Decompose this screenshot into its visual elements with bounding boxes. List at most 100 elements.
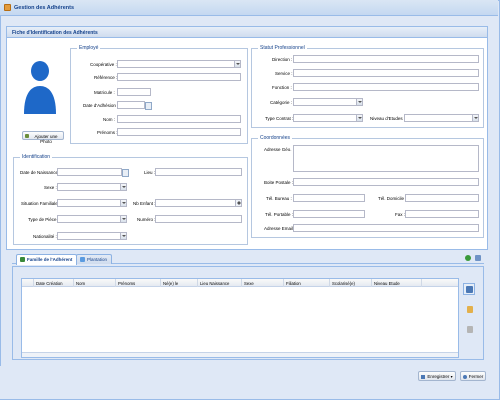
grid-col-filiation[interactable]: Filiation	[284, 279, 330, 287]
label-lieu: Lieu :	[144, 170, 156, 175]
delete-row-icon	[467, 326, 473, 333]
label-categorie: Catégorie :	[270, 100, 293, 105]
save-button[interactable]: Enregistrer ▾	[418, 371, 456, 381]
form-panel-header: Fiche d'Identification des Adhérents	[6, 26, 488, 38]
user-avatar-icon	[24, 61, 56, 114]
calendar-icon[interactable]	[122, 169, 129, 177]
grid-col-nom[interactable]: Nom	[74, 279, 116, 287]
categorie-combo[interactable]	[293, 98, 363, 106]
label-sexe: Sexe :	[44, 185, 57, 190]
nb-enfant-spinner[interactable]	[155, 199, 242, 207]
reference-input[interactable]	[117, 73, 241, 81]
add-photo-button[interactable]: Ajouter une Photo	[22, 131, 64, 144]
label-tel-domicile: Tél. Domicile :	[378, 196, 407, 201]
fonction-input[interactable]	[293, 83, 479, 91]
label-prenoms: Prénoms :	[97, 130, 118, 135]
chevron-down-icon[interactable]	[120, 200, 126, 206]
adresse-email-input[interactable]	[293, 224, 479, 232]
detail-tabbar: Famille de l'Adhérent Plantation	[12, 253, 484, 265]
close-icon	[463, 374, 467, 379]
numero-input[interactable]	[155, 215, 242, 223]
label-nom: Nom :	[103, 117, 116, 122]
matricule-input[interactable]	[117, 88, 151, 96]
grid-col-sexe[interactable]: Sexe	[242, 279, 284, 287]
grid-col-scolarise[interactable]: Scolarisé(e)	[330, 279, 372, 287]
grid-col-ne-le[interactable]: Né(e) le	[161, 279, 198, 287]
fieldset-coordonnees-legend: Coordonnées	[258, 135, 293, 141]
grid-add-button[interactable]	[463, 283, 475, 295]
tel-bureau-input[interactable]	[293, 194, 365, 202]
close-button-label: Fermer	[468, 374, 484, 379]
label-date-adhesion: Date d'Adhésion :	[83, 103, 119, 108]
edit-row-icon	[467, 306, 473, 313]
cooperative-combo[interactable]	[117, 60, 241, 68]
label-numero: Numéro :	[137, 217, 156, 222]
grid-col-prenoms[interactable]: Prénoms	[116, 279, 161, 287]
niveau-etudes-combo[interactable]	[404, 114, 479, 122]
sexe-combo[interactable]	[57, 183, 127, 191]
grid-header: Date Création Nom Prénoms Né(e) le Lieu …	[22, 279, 458, 287]
boite-postale-input[interactable]	[293, 178, 479, 186]
chevron-down-icon[interactable]	[120, 233, 126, 239]
grid-horizontal-scrollbar[interactable]	[22, 352, 458, 357]
famille-grid: Date Création Nom Prénoms Né(e) le Lieu …	[21, 278, 459, 358]
tab-famille[interactable]: Famille de l'Adhérent	[16, 254, 78, 265]
chevron-down-icon[interactable]	[234, 61, 240, 67]
date-naissance-input[interactable]	[57, 168, 129, 177]
label-nationalite: Nationalité :	[33, 234, 57, 239]
type-piece-combo[interactable]	[57, 215, 127, 223]
label-service: Service :	[275, 71, 293, 76]
spinner-arrows-icon[interactable]	[235, 200, 241, 206]
grid-col-niveau-etude[interactable]: Niveau Etude	[372, 279, 422, 287]
direction-input[interactable]	[293, 55, 479, 63]
chevron-down-icon[interactable]	[356, 115, 362, 121]
fieldset-identification-legend: Identification	[20, 154, 53, 160]
grid-col-date-creation[interactable]: Date Création	[34, 279, 74, 287]
label-fax: Fax :	[395, 212, 406, 217]
chevron-down-icon[interactable]	[120, 216, 126, 222]
chevron-down-icon[interactable]	[356, 99, 362, 105]
type-contrat-combo[interactable]	[293, 114, 363, 122]
save-small-icon[interactable]	[475, 255, 481, 261]
label-reference: Référence :	[94, 75, 118, 80]
nationalite-combo[interactable]	[57, 232, 127, 240]
add-icon[interactable]	[465, 255, 471, 261]
plantation-icon	[80, 257, 85, 262]
nom-input[interactable]	[117, 115, 241, 123]
chevron-down-icon[interactable]	[120, 184, 126, 190]
save-icon	[421, 374, 425, 379]
lieu-input[interactable]	[155, 168, 242, 176]
label-matricule: Matricule :	[94, 90, 115, 95]
fax-input[interactable]	[405, 210, 479, 218]
window-title: Gestion des Adhérents	[14, 5, 75, 11]
label-tel-bureau: Tél. Bureau :	[266, 196, 292, 201]
grid-col-rownumber	[22, 279, 34, 287]
window-footer: Enregistrer ▾ Fermer	[0, 366, 498, 399]
tab-famille-label: Famille de l'Adhérent	[27, 257, 73, 262]
fieldset-employe-legend: Employé	[77, 45, 101, 51]
tab-plantation-label: Plantation	[87, 257, 108, 262]
label-boite-postale: Boite Postale :	[264, 180, 294, 185]
chevron-down-icon[interactable]	[472, 115, 478, 121]
close-button[interactable]: Fermer	[460, 371, 486, 381]
label-direction: Direction :	[272, 57, 293, 62]
situation-familiale-combo[interactable]	[57, 199, 127, 207]
tel-domicile-input[interactable]	[405, 194, 479, 202]
form-panel-title: Fiche d'Identification des Adhérents	[12, 30, 98, 36]
add-row-icon	[466, 286, 473, 293]
grid-edit-button[interactable]	[463, 303, 475, 315]
calendar-icon[interactable]	[145, 102, 152, 110]
service-input[interactable]	[293, 69, 479, 77]
date-adhesion-input[interactable]	[117, 101, 152, 110]
prenoms-input[interactable]	[117, 128, 241, 136]
adresse-geo-textarea[interactable]	[293, 145, 479, 172]
label-type-contrat: Type Contrat :	[265, 116, 294, 121]
grid-delete-button[interactable]	[463, 323, 475, 335]
label-nb-enfant: Nb Enfant :	[133, 201, 156, 206]
tel-portable-input[interactable]	[293, 210, 365, 218]
photo-icon	[25, 133, 29, 138]
save-button-label: Enregistrer	[427, 374, 450, 379]
window-titlebar: Gestion des Adhérents	[0, 0, 498, 16]
grid-col-lieu-naissance[interactable]: Lieu Naissance	[198, 279, 242, 287]
tab-plantation[interactable]: Plantation	[76, 254, 113, 264]
